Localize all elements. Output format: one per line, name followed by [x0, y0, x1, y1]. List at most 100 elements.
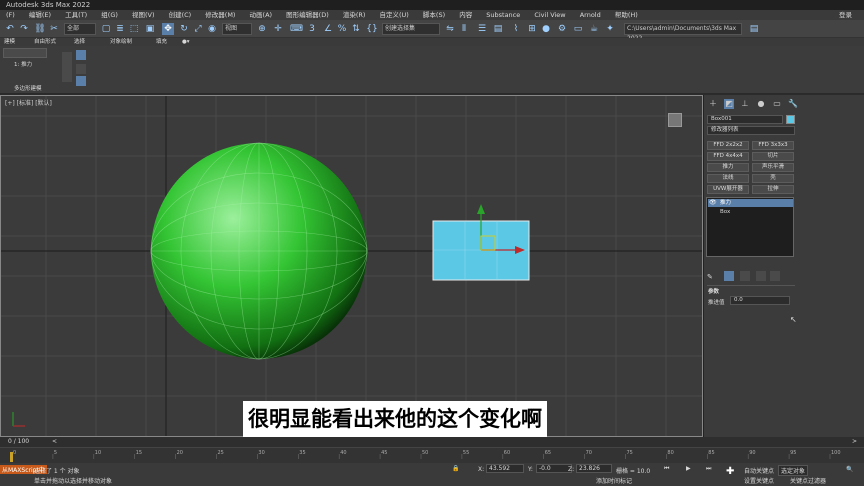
prev-key-icon[interactable]: ⏮ — [664, 465, 669, 473]
poly-tools-group[interactable] — [3, 48, 47, 58]
create-tab-icon[interactable]: ＋ — [708, 99, 718, 109]
menu-item[interactable]: 图形编辑器(D) — [286, 11, 329, 19]
modifier-button[interactable]: UVW展开器 — [707, 185, 749, 194]
snap-icon[interactable]: 3 — [306, 23, 318, 35]
viewcube-icon[interactable] — [668, 113, 682, 127]
set-key-button[interactable]: 设置关键点 — [744, 476, 774, 485]
undo-icon[interactable]: ↶ — [4, 23, 16, 35]
current-frame-marker[interactable] — [10, 452, 13, 462]
menu-item[interactable]: 内容 — [459, 11, 472, 19]
region-select-icon[interactable]: ⬚ — [128, 23, 140, 35]
frame-counter[interactable]: 0 / 100 — [8, 437, 29, 447]
menu-item[interactable]: 脚本(S) — [423, 11, 445, 19]
z-coord-field[interactable]: 23.826 — [576, 464, 612, 473]
perspective-viewport[interactable]: [+] [标准] [默认] — [0, 95, 703, 437]
selection-filter-dropdown[interactable]: 全部 — [64, 23, 96, 35]
modify-tab-icon[interactable]: ◩ — [724, 99, 734, 109]
key-mode-icon[interactable]: ✚ — [726, 466, 734, 477]
ribbon-tab[interactable]: 建模 — [4, 38, 15, 46]
select-manipulate-icon[interactable]: ✛ — [272, 23, 284, 35]
ribbon-toggle-icon[interactable]: ●▾ — [182, 38, 190, 46]
hierarchy-tab-icon[interactable]: ⊥ — [740, 99, 750, 109]
menu-item[interactable]: 自定义(U) — [379, 11, 408, 19]
menu-item[interactable]: (F) — [6, 11, 15, 19]
redo-icon[interactable]: ↷ — [18, 23, 30, 35]
auto-key-button[interactable]: 自动关键点 — [744, 466, 774, 475]
scale-icon[interactable]: ⤢ — [192, 23, 204, 35]
modifier-button[interactable]: 法线 — [707, 174, 749, 183]
ribbon-tab[interactable]: 填充 — [156, 38, 167, 46]
curve-editor-icon[interactable]: ⌇ — [510, 23, 522, 35]
ribbon-tab[interactable]: 对象绘制 — [110, 38, 132, 46]
time-slider[interactable]: 0 / 100 < > — [0, 437, 864, 447]
mirror-icon[interactable]: ⇋ — [444, 23, 456, 35]
zoom-icon[interactable]: 🔍 — [846, 466, 853, 473]
menu-item[interactable]: Substance — [486, 11, 520, 19]
ribbon-tab[interactable]: 选择 — [74, 38, 85, 46]
play-icon[interactable]: ▶ — [686, 465, 691, 472]
stack-item[interactable]: Box — [708, 208, 793, 216]
menu-item[interactable]: 视图(V) — [132, 11, 155, 19]
render-setup-icon[interactable]: ⚙ — [556, 23, 568, 35]
material-editor-icon[interactable]: ● — [540, 23, 552, 35]
edge-mode-icon[interactable] — [76, 64, 86, 74]
align-icon[interactable]: ⫴ — [458, 23, 470, 35]
toggle-ribbon-icon[interactable]: ▤ — [492, 23, 504, 35]
show-end-result-icon[interactable] — [724, 271, 734, 281]
spinner-snap-icon[interactable]: ⇅ — [350, 23, 362, 35]
key-filters-button[interactable]: 关键点过滤器 — [790, 476, 826, 485]
object-color-swatch[interactable] — [786, 115, 795, 124]
menu-item[interactable]: 工具(T) — [65, 11, 87, 19]
display-tab-icon[interactable]: ▭ — [772, 99, 782, 109]
viewport-label[interactable]: [+] [标准] [默认] — [5, 98, 52, 107]
project-path-field[interactable]: C:\Users\admin\Documents\3ds Max 2022 — [624, 23, 742, 42]
menu-item[interactable]: 帮助(H) — [615, 11, 638, 19]
render-production-icon[interactable]: ✦ — [604, 23, 616, 35]
stack-item[interactable]: 推力 — [708, 199, 793, 207]
ribbon-tab[interactable]: 自由形式 — [34, 38, 56, 46]
angle-snap-icon[interactable]: ∠ — [322, 23, 334, 35]
pin-stack-icon[interactable]: ✎ — [707, 273, 713, 281]
make-unique-icon[interactable] — [740, 271, 750, 281]
user-login[interactable]: 登录 — [839, 10, 852, 20]
menu-item[interactable]: 修改器(M) — [205, 11, 235, 19]
menu-item[interactable]: Arnold — [580, 11, 601, 19]
remove-modifier-icon[interactable] — [756, 271, 766, 281]
menu-item[interactable]: Civil View — [534, 11, 565, 19]
percent-snap-icon[interactable]: % — [336, 23, 348, 35]
time-slider-next-icon[interactable]: > — [852, 437, 857, 447]
modifier-button[interactable]: 切片 — [752, 152, 794, 161]
object-name-field[interactable]: Box001 — [707, 115, 783, 124]
folder-icon[interactable]: ▤ — [748, 23, 760, 35]
lock-selection-icon[interactable]: 🔒 — [452, 465, 459, 472]
time-slider-prev-icon[interactable]: < — [52, 437, 57, 447]
x-coord-field[interactable]: 43.592 — [486, 464, 524, 473]
menu-item[interactable]: 组(G) — [101, 11, 118, 19]
params-rollout-title[interactable]: 参数 — [708, 287, 719, 295]
modifier-button[interactable]: 推力 — [707, 163, 749, 172]
menu-item[interactable]: 动画(A) — [250, 11, 273, 19]
ribbon-subobject-bar[interactable] — [62, 52, 72, 82]
menu-item[interactable]: 编辑(E) — [29, 11, 51, 19]
keyboard-shortcut-icon[interactable]: ⌨ — [290, 23, 303, 35]
add-time-tag[interactable]: 添加时间标记 — [596, 476, 632, 485]
window-crossing-icon[interactable]: ▣ — [144, 23, 156, 35]
modifier-button[interactable]: 拉伸 — [752, 185, 794, 194]
select-by-name-icon[interactable]: ≣ — [114, 23, 126, 35]
unlink-icon[interactable]: ✂ — [48, 23, 60, 35]
render-frame-icon[interactable]: ▭ — [572, 23, 584, 35]
render-icon[interactable]: ☕ — [588, 23, 600, 35]
modifier-button[interactable]: 壳 — [752, 174, 794, 183]
track-bar[interactable]: 0 5 10 15 20 25 30 35 40 45 50 55 60 65 70 75 80 85 90 95 10… — [0, 447, 864, 463]
edit-named-sets-icon[interactable]: {} — [366, 23, 378, 35]
modifier-list-dropdown[interactable]: 修改器列表 — [707, 126, 795, 135]
modifier-button[interactable]: FFD 4x4x4 — [707, 152, 749, 161]
vertex-mode-icon[interactable] — [76, 50, 86, 60]
modifier-button[interactable]: 声乐平滑 — [752, 163, 794, 172]
menu-item[interactable]: 渲染(R) — [343, 11, 366, 19]
y-coord-field[interactable]: -0.0 — [536, 464, 572, 473]
configure-sets-icon[interactable] — [770, 271, 780, 281]
select-object-icon[interactable]: ▢ — [100, 23, 112, 35]
poly-modeling-label[interactable]: 多边形建模 — [14, 84, 42, 92]
menu-item[interactable]: 创建(C) — [169, 11, 192, 19]
